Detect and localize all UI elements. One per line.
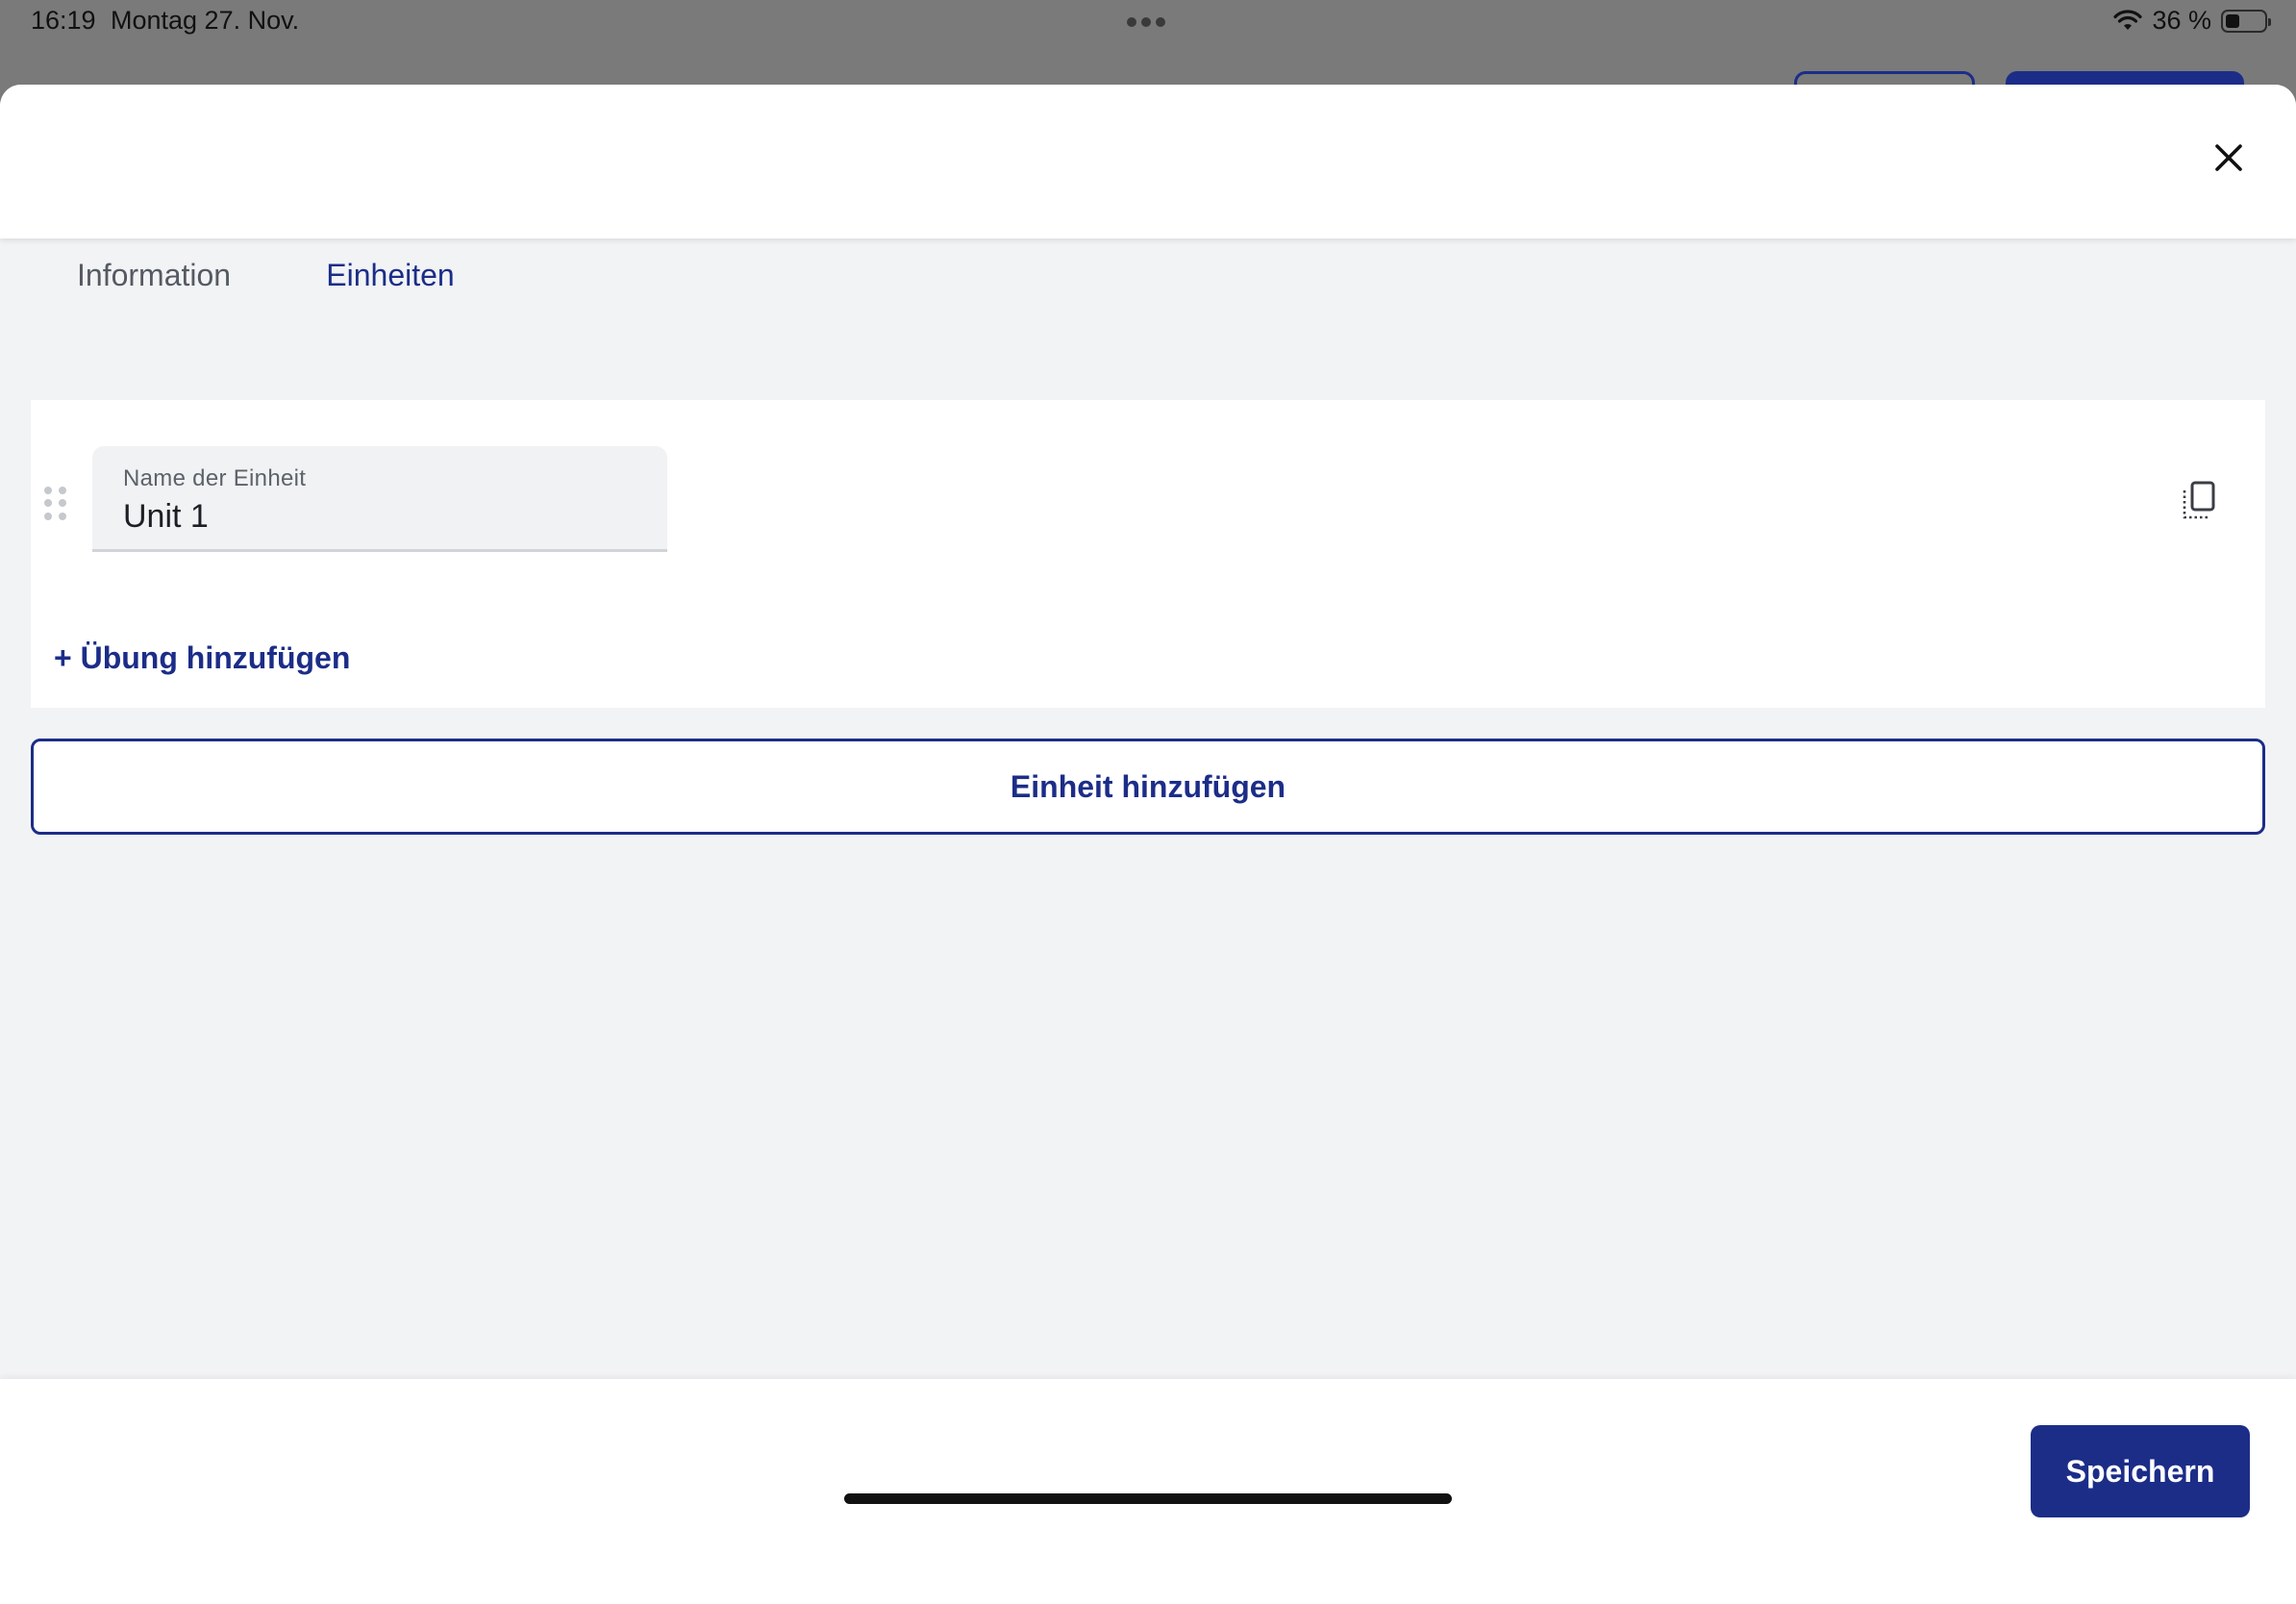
sheet-header bbox=[0, 85, 2296, 238]
status-indicators: 36 % bbox=[2113, 6, 2271, 36]
tab-information[interactable]: Information bbox=[77, 258, 231, 329]
status-date: Montag 27. Nov. bbox=[111, 6, 300, 35]
tab-einheiten[interactable]: Einheiten bbox=[281, 258, 500, 417]
unit-name-input[interactable] bbox=[123, 498, 623, 536]
add-exercise-link[interactable]: + Übung hinzufügen bbox=[54, 640, 350, 676]
wifi-icon bbox=[2113, 9, 2143, 30]
add-unit-button[interactable]: Einheit hinzufügen bbox=[31, 739, 2265, 835]
home-indicator[interactable] bbox=[844, 1493, 1452, 1504]
unit-name-field[interactable]: Name der Einheit bbox=[92, 446, 667, 552]
duplicate-unit-button[interactable] bbox=[2179, 479, 2223, 523]
battery-percentage: 36 % bbox=[2152, 6, 2211, 35]
close-icon bbox=[2215, 144, 2242, 171]
modal-sheet: Information Einheiten Name der Einheit +… bbox=[0, 85, 2296, 1604]
tab-bar: Information Einheiten bbox=[31, 238, 2265, 423]
save-button[interactable]: Speichern bbox=[2031, 1425, 2250, 1517]
sheet-footer: Speichern bbox=[0, 1379, 2296, 1604]
duplicate-icon bbox=[2183, 481, 2215, 519]
drag-handle-icon[interactable] bbox=[44, 487, 66, 521]
tab-einheiten-label: Einheiten bbox=[326, 258, 455, 292]
unit-card: Name der Einheit + Übung hinzufügen bbox=[31, 400, 2265, 708]
status-bar: 16:19 Montag 27. Nov. 36 % bbox=[0, 0, 2296, 110]
unit-name-label: Name der Einheit bbox=[123, 465, 307, 491]
battery-icon bbox=[2221, 9, 2271, 33]
multitasking-dots-icon[interactable] bbox=[1127, 17, 1165, 27]
close-button[interactable] bbox=[2208, 137, 2250, 179]
status-time: 16:19 bbox=[31, 6, 96, 35]
